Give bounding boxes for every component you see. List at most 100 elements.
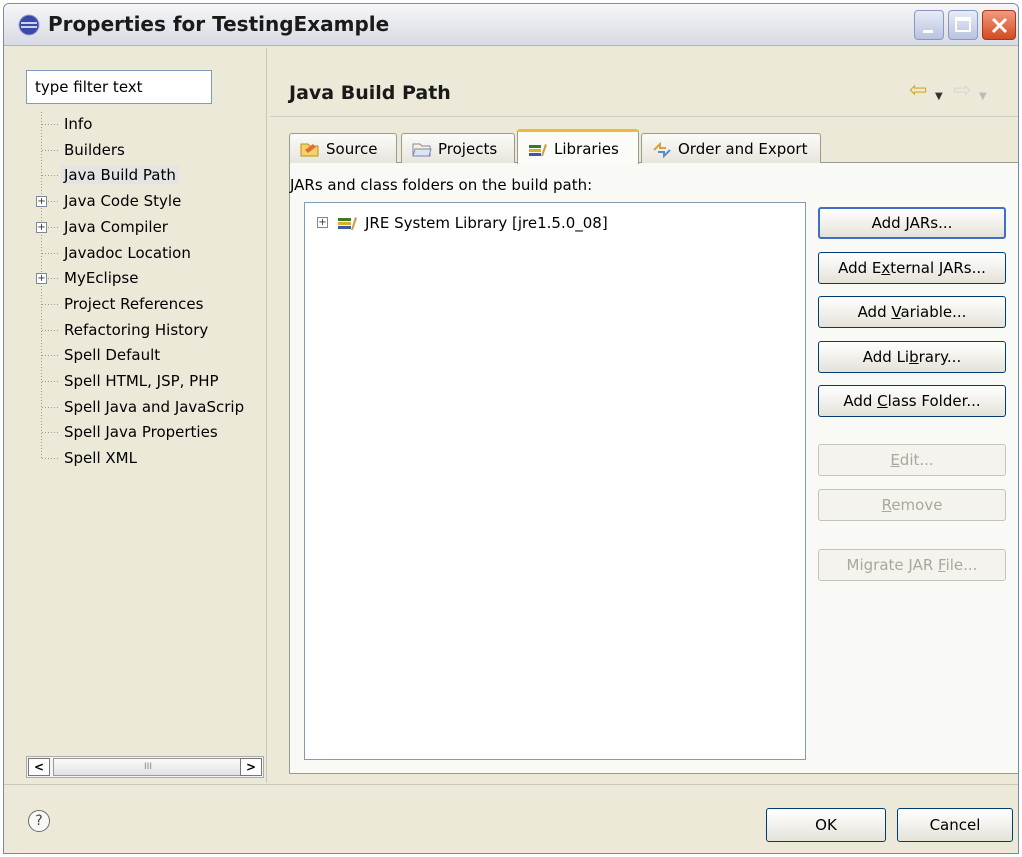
remove-label-rest: emove (891, 496, 943, 514)
tree-item[interactable]: Spell Java and JavaScrip (26, 395, 264, 419)
tree-connector (42, 124, 60, 125)
expand-icon[interactable]: + (36, 196, 47, 208)
minimize-button[interactable] (914, 10, 944, 40)
remove-mnemonic: R (881, 496, 892, 514)
add-class-folder-label: Add (843, 392, 878, 410)
migrate-mnemonic: F (938, 556, 946, 574)
tree-connector (42, 458, 60, 460)
maximize-button[interactable] (948, 10, 978, 40)
add-variable-label: Add (857, 303, 892, 321)
libraries-icon (529, 144, 547, 156)
forward-arrow-icon: ⇨ (953, 78, 972, 103)
help-icon[interactable]: ? (28, 810, 50, 832)
add-jars-button[interactable]: Add JARs... (818, 207, 1006, 239)
tree-connector (42, 252, 60, 254)
tree-item[interactable]: Spell Default (26, 343, 264, 367)
add-external-jars-label: Add E (838, 259, 882, 277)
back-arrow-icon[interactable]: ⇦ (909, 80, 927, 102)
tree-item-label: Java Compiler (64, 217, 168, 236)
scroll-thumb[interactable]: III (53, 758, 243, 776)
add-library-label: Add Li (862, 348, 910, 366)
tree-item-label: Spell Default (64, 346, 161, 365)
tab-libraries[interactable]: Libraries (517, 129, 639, 164)
migrate-jar-file-button[interactable]: Migrate JAR File... (818, 549, 1006, 581)
add-variable-label-rest: ariable... (900, 303, 967, 321)
tab-description: JARs and class folders on the build path… (290, 176, 593, 194)
tree-connector (42, 432, 60, 434)
add-library-button[interactable]: Add Library... (818, 341, 1006, 373)
add-class-folder-button[interactable]: Add Class Folder... (818, 385, 1006, 417)
library-icon (338, 217, 357, 230)
scroll-left-button[interactable]: < (28, 758, 50, 776)
projects-folder-icon (412, 143, 432, 157)
tree-item[interactable]: Builders (26, 138, 264, 162)
tree-item-label: Java Code Style (64, 192, 182, 211)
tree-item[interactable]: Spell Java Properties (26, 420, 264, 444)
tree-item-label: Builders (64, 140, 125, 159)
properties-window: Properties for TestingExample type filte… (3, 3, 1019, 854)
window-title: Properties for TestingExample (48, 12, 390, 36)
tree-item-label: Info (64, 115, 93, 133)
tree-connector (42, 406, 60, 408)
tree-item-label: Spell XML (64, 449, 137, 468)
ok-button[interactable]: OK (766, 808, 886, 842)
tab-source[interactable]: Source (289, 133, 397, 163)
add-jars-label: Add (871, 214, 906, 232)
edit-button[interactable]: Edit... (818, 444, 1006, 476)
tree-item[interactable]: Spell HTML, JSP, PHP (26, 369, 264, 393)
order-export-icon (653, 141, 671, 158)
tree-item-label: Javadoc Location (64, 243, 191, 262)
tree-item[interactable]: Spell XML (26, 446, 264, 470)
property-page-tree: Info Builders Java Build Path + Java Code St… (26, 112, 264, 752)
page-navigation: ⇦ ▼ ⇨ ▼ (909, 80, 1009, 104)
tree-item[interactable]: Project References (26, 292, 264, 316)
tree-connector (42, 355, 60, 357)
tree-item-label: Refactoring History (64, 320, 209, 339)
tab-projects[interactable]: Projects (401, 133, 515, 163)
title-bar[interactable]: Properties for TestingExample (4, 4, 1018, 46)
tree-connector (42, 329, 60, 331)
expand-icon[interactable]: + (317, 217, 328, 228)
migrate-label: Migrate JAR (846, 556, 939, 574)
tree-horizontal-scrollbar[interactable]: < III > (26, 756, 264, 778)
tree-connector (42, 175, 60, 177)
filter-input[interactable]: type filter text (26, 70, 212, 104)
back-menu-icon[interactable]: ▼ (935, 86, 943, 108)
add-variable-button[interactable]: Add Variable... (818, 296, 1006, 328)
expand-icon[interactable]: + (36, 221, 47, 233)
tree-item[interactable]: Java Build Path (26, 163, 264, 187)
add-library-label-rest: rary... (918, 348, 962, 366)
close-button[interactable] (982, 10, 1016, 40)
tree-item[interactable]: Refactoring History (26, 318, 264, 342)
expand-icon[interactable]: + (36, 273, 47, 285)
tab-projects-label: Projects (438, 140, 498, 158)
pane-splitter[interactable] (266, 48, 267, 783)
forward-menu-icon: ▼ (979, 91, 987, 102)
tree-item[interactable]: + Java Code Style (26, 189, 264, 213)
migrate-label-rest: ile... (945, 556, 978, 574)
tree-item[interactable]: + Java Compiler (26, 215, 264, 239)
tab-source-label: Source (326, 140, 378, 158)
cancel-button[interactable]: Cancel (897, 808, 1013, 842)
add-external-jars-mnemonic: x (881, 259, 891, 277)
tree-connector (42, 149, 60, 151)
edit-mnemonic: E (890, 451, 900, 469)
tree-item-label: Spell HTML, JSP, PHP (64, 372, 219, 390)
eclipse-icon (18, 14, 40, 36)
tree-item-label: Spell Java Properties (64, 423, 218, 442)
remove-button[interactable]: Remove (818, 489, 1006, 521)
tab-order-and-export-label: Order and Export (678, 140, 808, 158)
tab-libraries-label: Libraries (554, 140, 619, 158)
tree-item-label: Project References (64, 294, 204, 313)
tree-item[interactable]: Javadoc Location (26, 241, 264, 265)
add-external-jars-button[interactable]: Add External JARs... (818, 252, 1006, 284)
add-library-mnemonic: b (909, 348, 919, 366)
scroll-right-button[interactable]: > (240, 758, 262, 776)
tab-order-and-export[interactable]: Order and Export (641, 133, 821, 163)
library-list[interactable]: + JRE System Library [jre1.5.0_08] (304, 202, 806, 760)
page-title: Java Build Path (289, 82, 451, 104)
tree-item[interactable]: + MyEclipse (26, 266, 264, 290)
add-external-jars-label-rest: ternal JARs... (890, 259, 986, 277)
source-folder-icon (300, 143, 319, 157)
tree-item[interactable]: Info (26, 112, 264, 136)
